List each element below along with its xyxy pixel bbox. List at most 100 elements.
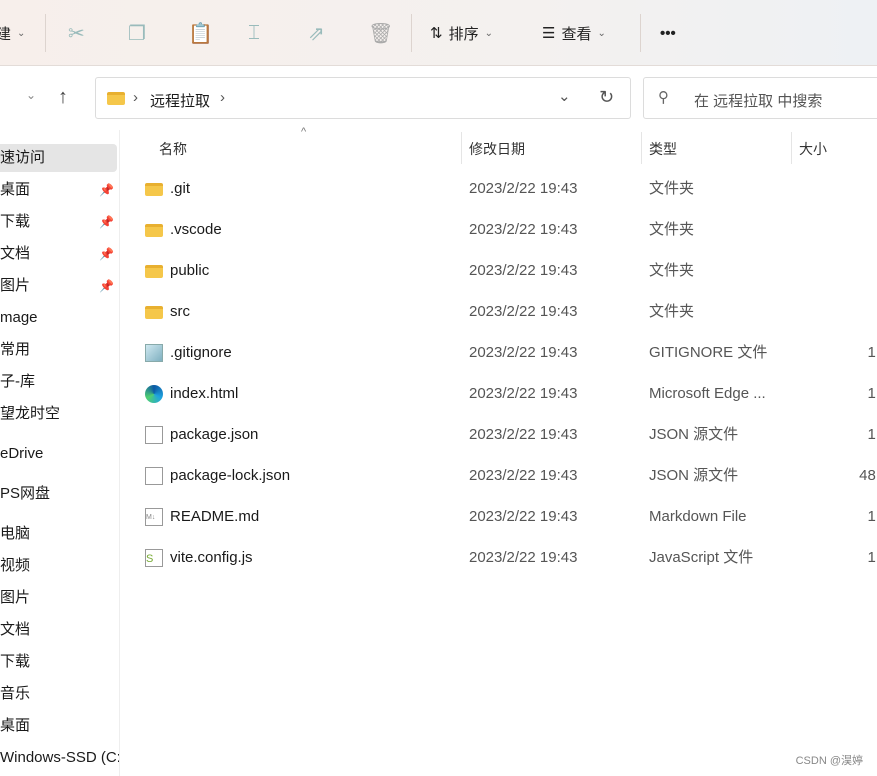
file-name: .gitignore (170, 344, 232, 361)
sidebar-item[interactable]: mage (0, 304, 38, 332)
sidebar-item-label: Windows-SSD (C:) (0, 749, 120, 766)
sidebar-item[interactable]: 图片 📌 (0, 272, 114, 300)
file-row[interactable]: package.json 2023/2/22 19:43 JSON 源文件 1 KB (130, 415, 877, 455)
file-row[interactable]: .git 2023/2/22 19:43 文件夹 (130, 169, 877, 209)
pin-icon[interactable]: 📌 (99, 176, 114, 204)
sidebar-item[interactable]: 音乐 (0, 680, 30, 708)
search-icon: ⚲ (658, 89, 669, 106)
file-date: 2023/2/22 19:43 (469, 344, 578, 361)
address-bar[interactable]: › 远程拉取 › ⌄ ↻ (95, 77, 631, 119)
file-name: public (170, 262, 210, 279)
file-row[interactable]: M↓ README.md 2023/2/22 19:43 Markdown File 1… (130, 497, 877, 537)
edge-icon (145, 385, 163, 403)
sidebar-item[interactable]: 下载 📌 (0, 208, 114, 236)
file-date: 2023/2/22 19:43 (469, 221, 578, 238)
sidebar-item-label: 桌面 (0, 181, 31, 198)
pin-icon[interactable]: 📌 (99, 272, 114, 300)
share-icon[interactable]: ⇗ (308, 20, 325, 46)
chevron-right-icon[interactable]: › (220, 89, 225, 106)
sidebar-item-label: eDrive (0, 445, 44, 462)
file-row[interactable]: .gitignore 2023/2/22 19:43 GITIGNORE 文件 1 K… (130, 333, 877, 373)
file-type: 文件夹 (649, 303, 695, 320)
file-row[interactable]: src 2023/2/22 19:43 文件夹 (130, 292, 877, 332)
up-arrow-icon[interactable]: ↑ (58, 86, 68, 109)
copy-icon[interactable]: ❐ (128, 20, 146, 46)
sidebar-item[interactable]: 电脑 (0, 520, 30, 548)
file-date: 2023/2/22 19:43 (469, 262, 578, 279)
rename-icon[interactable]: ⌶ (248, 20, 260, 46)
paste-icon[interactable]: 📋 (188, 20, 213, 46)
file-row[interactable]: index.html 2023/2/22 19:43 Microsoft Edge … (130, 374, 877, 414)
file-date: 2023/2/22 19:43 (469, 303, 578, 320)
file-type: GITIGNORE 文件 (649, 344, 768, 361)
sidebar-item-label: 常用 (0, 341, 31, 358)
file-name: vite.config.js (170, 549, 253, 566)
sidebar-item-label: 下载 (0, 213, 31, 230)
file-type: 文件夹 (649, 262, 695, 279)
new-button[interactable]: 建 ⌄ (0, 20, 25, 46)
chevron-down-icon[interactable]: ⌄ (558, 87, 571, 105)
sidebar-item[interactable]: 视频 (0, 552, 30, 580)
file-row[interactable]: public 2023/2/22 19:43 文件夹 (130, 251, 877, 291)
sidebar-item[interactable]: PS网盘 (0, 480, 50, 508)
view-button[interactable]: ☰ 查看 ⌄ (542, 20, 606, 46)
sidebar-item[interactable]: 常用 (0, 336, 30, 364)
sidebar-item[interactable]: Windows-SSD (C:) (0, 744, 120, 772)
column-header-date[interactable]: 修改日期 (469, 136, 525, 162)
sidebar-item-label: 子-库 (0, 373, 35, 390)
sidebar-item[interactable]: 下载 (0, 648, 30, 676)
pin-icon[interactable]: 📌 (99, 240, 114, 268)
chevron-down-icon: ⌄ (17, 27, 26, 39)
sidebar-item-label: 文档 (0, 621, 31, 638)
file-size: 1 KB (867, 344, 877, 361)
file-type: 文件夹 (649, 221, 695, 238)
sidebar-item-label: mage (0, 309, 38, 326)
file-row[interactable]: package-lock.json 2023/2/22 19:43 JSON 源文件… (130, 456, 877, 496)
sidebar-item-label: 望龙时空 (0, 405, 61, 422)
sidebar-item[interactable]: 望龙时空 (0, 400, 60, 428)
recent-locations-icon[interactable]: ⌄ (26, 88, 36, 102)
column-header-size[interactable]: 大小 (799, 136, 827, 162)
file-type: Microsoft Edge ... (649, 385, 766, 402)
column-header-name[interactable]: 名称 (159, 136, 187, 162)
folder-icon (145, 306, 163, 319)
file-name: .vscode (170, 221, 222, 238)
file-row[interactable]: Svite.config.js 2023/2/22 19:43 JavaScript… (130, 538, 877, 578)
search-input[interactable]: ⚲ 在 远程拉取 中搜索 (643, 77, 877, 119)
folder-icon (145, 265, 163, 278)
file-type: JSON 源文件 (649, 426, 739, 443)
file-type: JavaScript 文件 (649, 549, 754, 566)
watermark: CSDN @淏婷 (795, 755, 863, 767)
sidebar-item-label: 图片 (0, 277, 31, 294)
sort-ascending-icon: ^ (301, 126, 307, 138)
sidebar-item[interactable]: 桌面 📌 (0, 176, 114, 204)
sort-icon: ⇅ (430, 25, 443, 42)
refresh-icon[interactable]: ↻ (599, 87, 614, 108)
sidebar-item[interactable]: 桌面 (0, 712, 30, 740)
column-header-type[interactable]: 类型 (649, 136, 677, 162)
delete-icon[interactable]: 🗑 (368, 20, 393, 46)
sort-button[interactable]: ⇅ 排序 ⌄ (430, 20, 493, 46)
breadcrumb-item[interactable]: 远程拉取 (150, 90, 210, 111)
cut-icon[interactable]: ✂ (68, 20, 85, 46)
script-icon: S (145, 549, 163, 567)
sidebar-item[interactable]: 文档 📌 (0, 240, 114, 268)
file-type: 文件夹 (649, 180, 695, 197)
more-button[interactable]: ••• (660, 20, 676, 46)
command-bar: 建 ⌄ ✂ ❐ 📋 ⌶ ⇗ 🗑 ⇅ 排序 ⌄ ☰ 查看 ⌄ ••• (0, 0, 877, 66)
pin-icon[interactable]: 📌 (99, 208, 114, 236)
folder-icon (145, 183, 163, 196)
sidebar-item[interactable]: eDrive (0, 440, 43, 468)
sidebar-item[interactable]: 图片 (0, 584, 30, 612)
file-row[interactable]: .vscode 2023/2/22 19:43 文件夹 (130, 210, 877, 250)
file-size: 1 KB (867, 385, 877, 402)
sidebar-item[interactable]: 文档 (0, 616, 30, 644)
chevron-down-icon: ⌄ (597, 27, 606, 39)
file-date: 2023/2/22 19:43 (469, 508, 578, 525)
file-name: index.html (170, 385, 239, 402)
sidebar-item-label: 图片 (0, 589, 31, 606)
sidebar-item[interactable]: 速访问 (0, 144, 117, 172)
file-name: .git (170, 180, 191, 197)
navigation-pane: 速访问 桌面 📌 下载 📌 文档 📌 图片 📌 mage 常用 子-库 望龙时空 eDrive PS网盘 电脑… (0, 130, 120, 776)
sidebar-item[interactable]: 子-库 (0, 368, 35, 396)
